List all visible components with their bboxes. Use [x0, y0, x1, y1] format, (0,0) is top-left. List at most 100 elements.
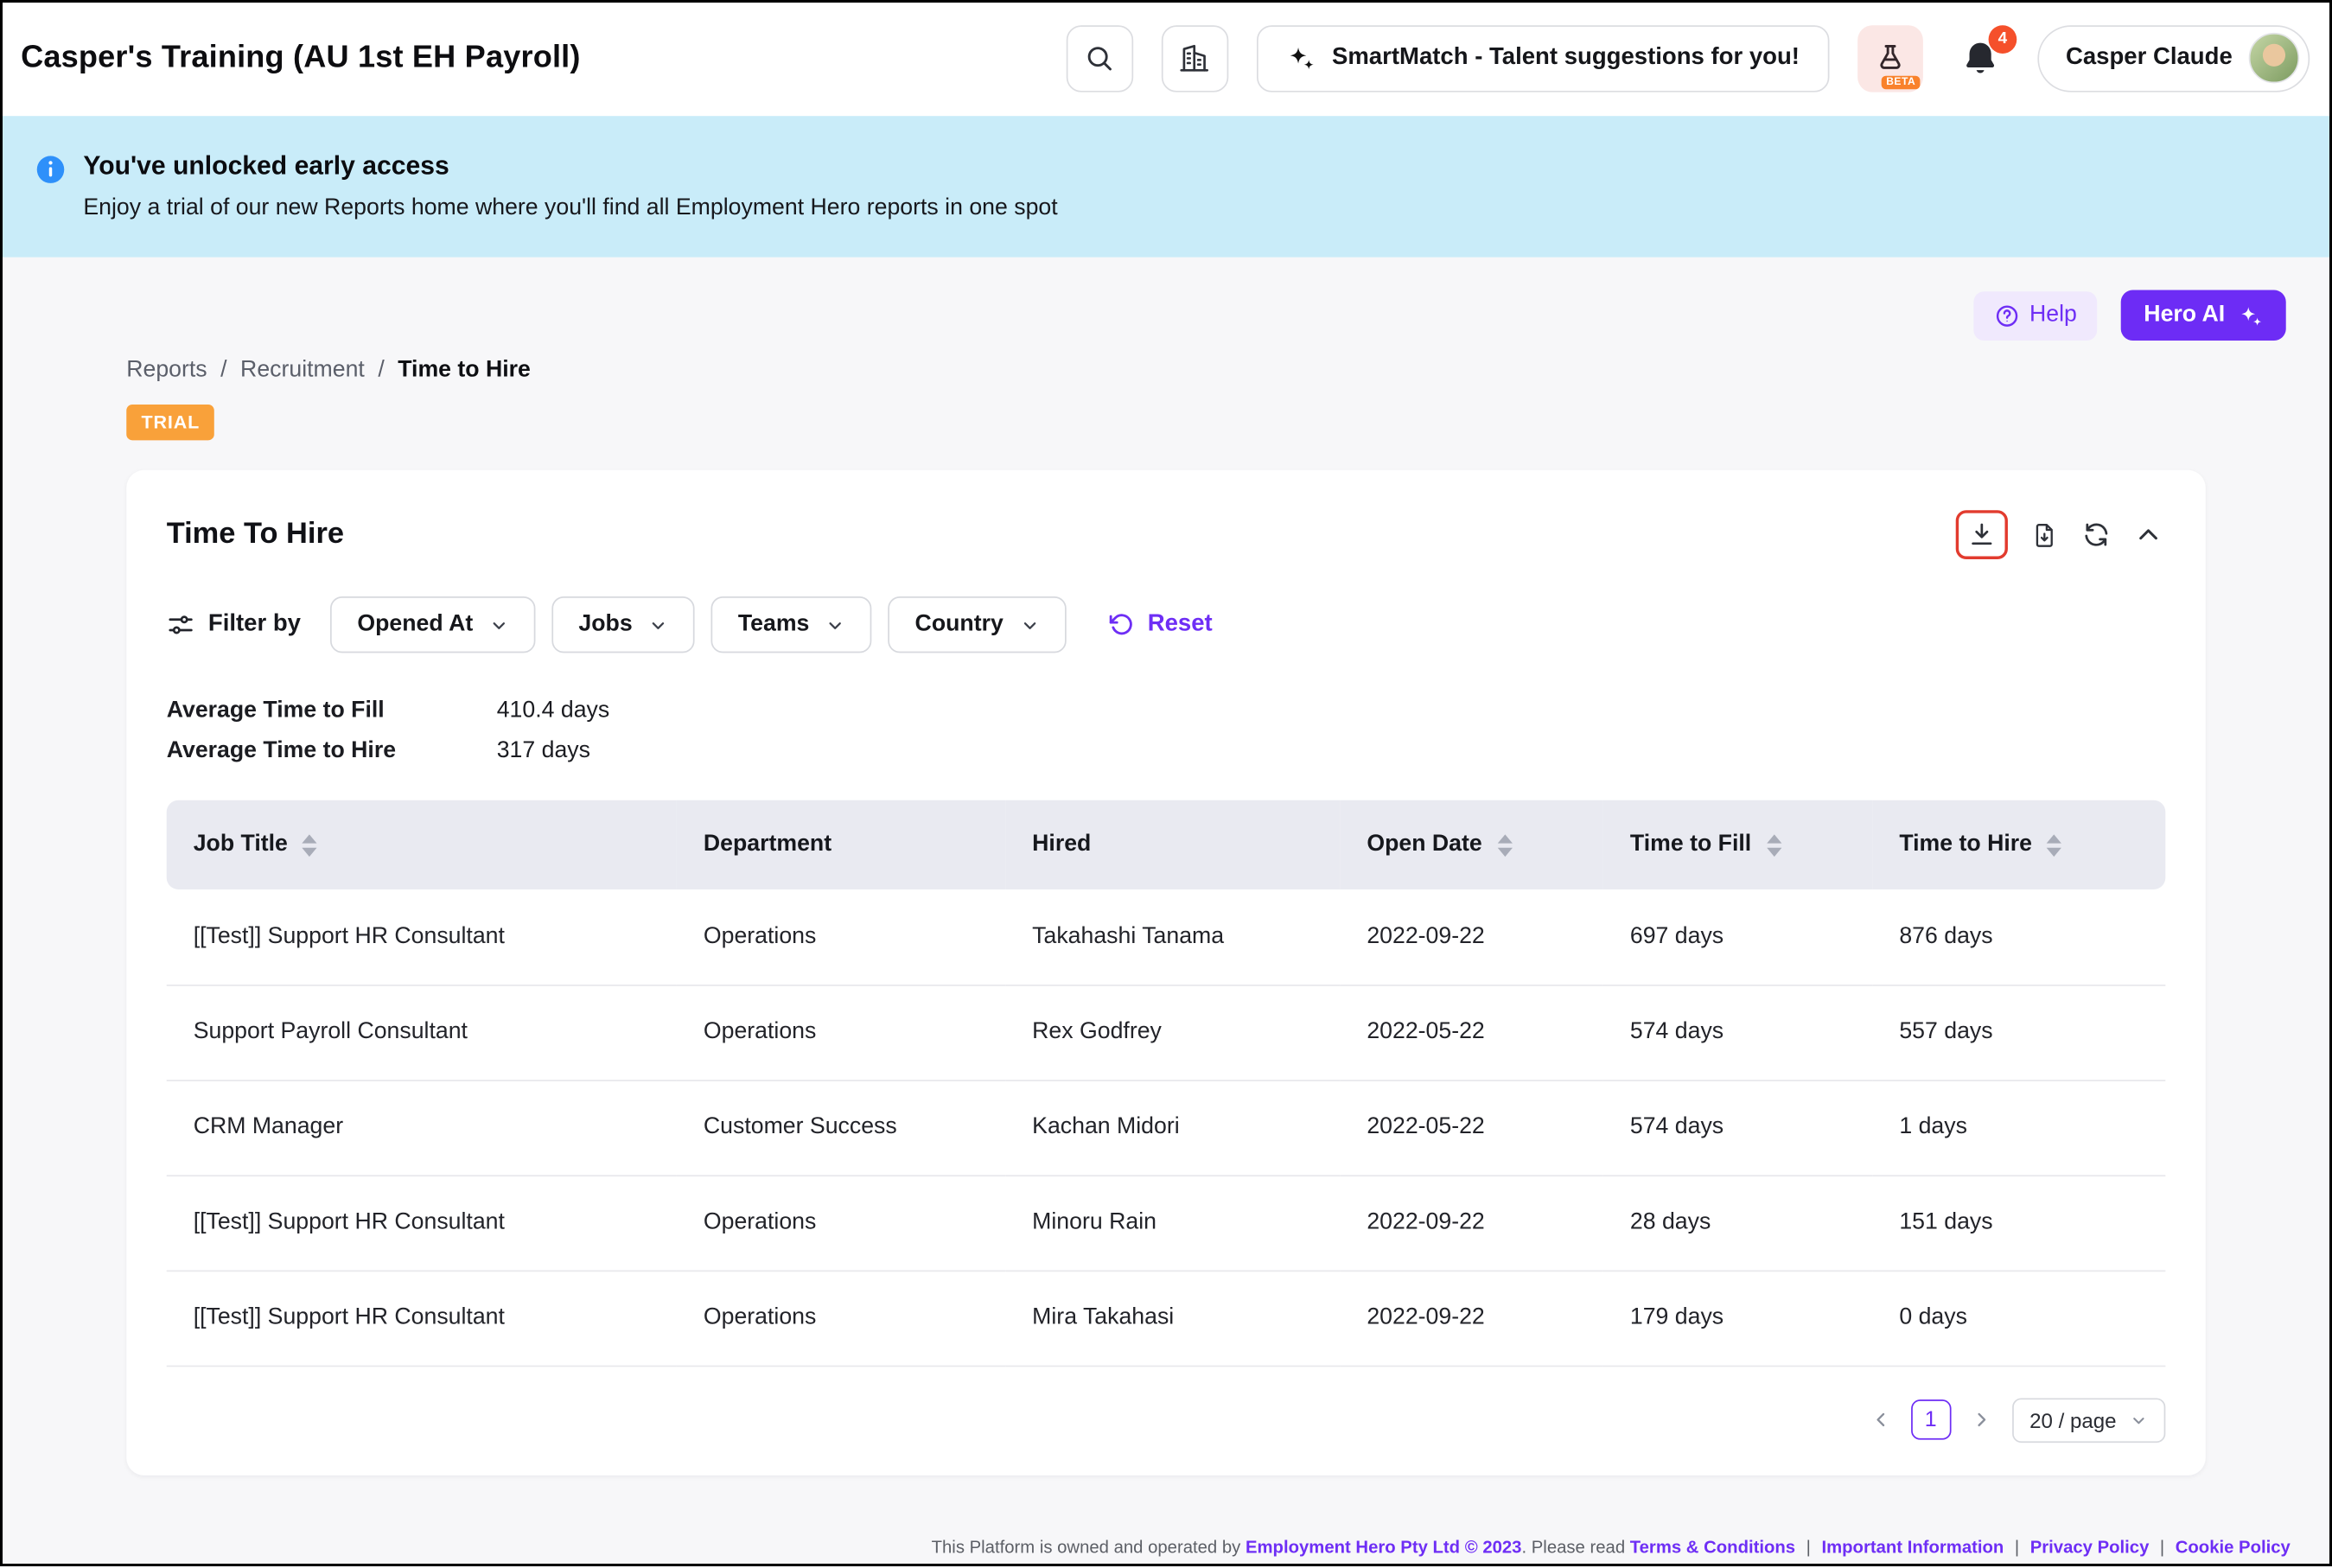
table-row: CRM ManagerCustomer SuccessKachan Midori…: [167, 1080, 2166, 1175]
sort-icon[interactable]: [2047, 833, 2061, 856]
stat-label: Average Time to Fill: [167, 698, 497, 724]
page-size-select[interactable]: 20 / page: [2011, 1398, 2165, 1443]
table-cell: Kachan Midori: [1005, 1080, 1340, 1175]
filter-by-label: Filter by: [208, 611, 301, 638]
report-title: Time To Hire: [167, 518, 344, 552]
breadcrumb-reports[interactable]: Reports: [126, 357, 207, 384]
sort-icon[interactable]: [303, 833, 317, 856]
table-cell: 876 days: [1872, 889, 2165, 985]
table-cell: 2022-09-22: [1340, 889, 1603, 985]
filter-country[interactable]: Country: [889, 596, 1066, 653]
sparkle-icon: [2239, 303, 2264, 328]
user-menu-button[interactable]: Casper Claude: [2037, 24, 2310, 91]
smartmatch-button[interactable]: SmartMatch - Talent suggestions for you!: [1256, 24, 1829, 91]
footer-separator: |: [2160, 1536, 2164, 1557]
column-header-time-to-fill[interactable]: Time to Fill: [1603, 800, 1872, 889]
table-cell: Customer Success: [677, 1080, 1005, 1175]
table-row: [[Test]] Support HR ConsultantOperations…: [167, 1175, 2166, 1270]
avatar: [2249, 33, 2300, 84]
workspace-title: Casper's Training (AU 1st EH Payroll): [21, 40, 580, 75]
table-cell: 2022-05-22: [1340, 985, 1603, 1080]
table-cell: [[Test]] Support HR Consultant: [167, 889, 677, 985]
building-icon: [1178, 41, 1211, 74]
beta-badge: BETA: [1882, 75, 1920, 88]
column-header-hired: Hired: [1005, 800, 1340, 889]
notifications-button[interactable]: 4: [1951, 32, 2009, 84]
sort-icon[interactable]: [1766, 833, 1781, 856]
next-page-button[interactable]: [1970, 1409, 1992, 1431]
pagination: 1 20 / page: [167, 1398, 2166, 1449]
important-information-link[interactable]: Important Information: [1821, 1536, 2004, 1557]
search-button[interactable]: [1066, 24, 1132, 91]
table-cell: 2022-05-22: [1340, 1080, 1603, 1175]
export-file-button[interactable]: [2029, 519, 2061, 551]
column-header-department: Department: [677, 800, 1005, 889]
filter-opened-at[interactable]: Opened At: [330, 596, 535, 653]
search-icon: [1084, 43, 1113, 73]
smartmatch-label: SmartMatch - Talent suggestions for you!: [1332, 45, 1800, 72]
filter-label: Opened At: [357, 611, 473, 638]
main-content: Help Hero AI Reports / Recruitment / Tim…: [0, 258, 2332, 1568]
table-cell: Rex Godfrey: [1005, 985, 1340, 1080]
column-label: Department: [704, 832, 831, 858]
column-header-open-date[interactable]: Open Date: [1340, 800, 1603, 889]
file-export-icon: [2031, 521, 2058, 548]
sort-icon[interactable]: [1497, 833, 1512, 856]
table-header-row: Job Title Department HiredOpen Date Time to…: [167, 800, 2166, 889]
sliders-icon: [167, 610, 195, 639]
privacy-policy-link[interactable]: Privacy Policy: [2030, 1536, 2150, 1557]
filter-teams[interactable]: Teams: [711, 596, 872, 653]
filter-label: Country: [915, 611, 1004, 638]
breadcrumb-recruitment[interactable]: Recruitment: [240, 357, 365, 384]
flask-icon: [1876, 43, 1905, 73]
terms-link[interactable]: Terms & Conditions: [1630, 1536, 1795, 1557]
chevron-left-icon: [1869, 1409, 1891, 1431]
company-link[interactable]: Employment Hero Pty Ltd © 2023: [1246, 1536, 1522, 1557]
cookie-policy-link[interactable]: Cookie Policy: [2176, 1536, 2291, 1557]
help-button[interactable]: Help: [1973, 290, 2098, 340]
table-cell: 574 days: [1603, 1080, 1872, 1175]
beta-labs-button[interactable]: BETA: [1857, 24, 1923, 91]
banner-text: You've unlocked early access Enjoy a tri…: [83, 150, 1057, 222]
download-highlight: [1956, 510, 2008, 559]
company-button[interactable]: [1161, 24, 1227, 91]
download-button[interactable]: [1965, 518, 1999, 552]
column-header-job-title[interactable]: Job Title: [167, 800, 677, 889]
footer-text: This Platform is owned and operated by: [932, 1536, 1241, 1557]
page-size-value: 20 / page: [2029, 1408, 2116, 1432]
table-cell: [[Test]] Support HR Consultant: [167, 1175, 677, 1270]
table-cell: CRM Manager: [167, 1080, 677, 1175]
filter-jobs[interactable]: Jobs: [551, 596, 695, 653]
refresh-button[interactable]: [2080, 518, 2114, 552]
hero-ai-button[interactable]: Hero AI: [2121, 290, 2285, 341]
table-cell: Support Payroll Consultant: [167, 985, 677, 1080]
filter-by: Filter by: [167, 610, 301, 639]
chevron-down-icon: [825, 615, 844, 634]
page-number-button[interactable]: 1: [1910, 1399, 1950, 1439]
table-cell: 179 days: [1603, 1270, 1872, 1365]
chevron-down-icon: [489, 615, 508, 634]
table-cell: Operations: [677, 985, 1005, 1080]
filter-list: Opened At Jobs Teams Country: [330, 596, 1066, 653]
column-label: Time to Fill: [1630, 832, 1751, 858]
chevron-up-icon: [2134, 520, 2163, 549]
filter-label: Teams: [738, 611, 810, 638]
hero-ai-label: Hero AI: [2144, 302, 2225, 328]
table-row: [[Test]] Support HR ConsultantOperations…: [167, 1270, 2166, 1365]
chevron-down-icon: [2130, 1411, 2148, 1429]
table-cell: Minoru Rain: [1005, 1175, 1340, 1270]
column-label: Job Title: [194, 832, 288, 858]
trial-badge: TRIAL: [126, 405, 214, 440]
reset-filters-button[interactable]: Reset: [1107, 611, 1212, 638]
report-card-header: Time To Hire: [167, 510, 2166, 559]
column-header-time-to-hire[interactable]: Time to Hire: [1872, 800, 2165, 889]
question-circle-icon: [1994, 303, 2019, 328]
previous-page-button[interactable]: [1869, 1409, 1891, 1431]
table-body: [[Test]] Support HR ConsultantOperations…: [167, 889, 2166, 1366]
stat-value: 317 days: [497, 737, 590, 764]
collapse-button[interactable]: [2131, 518, 2166, 552]
report-tools: [1956, 510, 2166, 559]
info-icon: [35, 153, 67, 221]
table-cell: 574 days: [1603, 985, 1872, 1080]
table-cell: 2022-09-22: [1340, 1270, 1603, 1365]
